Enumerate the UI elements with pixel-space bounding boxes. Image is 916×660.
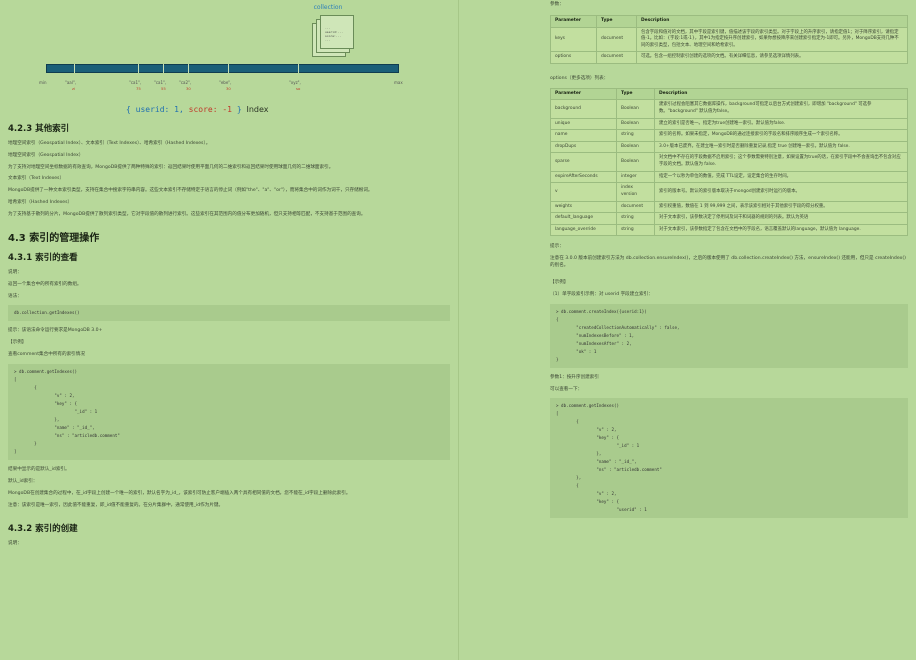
index-definition: { userid: 1, score: -1 } Index: [126, 105, 269, 114]
paragraph: 说明：: [8, 541, 22, 547]
paragraph: 提示：该语法命令运行要求是MongoDB 3.0+: [8, 328, 103, 334]
bar-tick: [163, 64, 164, 73]
table-row: language_override string 对于文本索引，该参数指定了包含在文…: [550, 223, 908, 237]
paragraph: 【示例】: [550, 280, 569, 286]
right-page: 参数： Parameter Type Description keys docu…: [458, 0, 916, 660]
section-title: 4.3.2 索引的创建: [8, 524, 78, 535]
code-block: db.collection.getIndexes(): [8, 305, 450, 322]
code-block: > db.comment.getIndexes()[ { "v" : 2, "k…: [8, 364, 450, 460]
table-row: unique Boolean 建立的索引是否唯一。指定为true创建唯一索引。默认值…: [550, 117, 908, 131]
key-value: 75: [136, 86, 141, 91]
code-block: > db.comment.createIndex({userid:1}){ "c…: [550, 303, 908, 368]
bar-tick: [138, 64, 139, 73]
bar-tick: [298, 64, 299, 73]
table-row: keys document 包含字段和值对的文档，其中字段是索引键，值描述该字段…: [550, 26, 908, 53]
document-text: ... userid:... score:... ...: [325, 26, 344, 43]
paragraph: 返回一个集合中的所有索引的数组。: [8, 281, 82, 287]
left-page: collection ... userid:... score:... ... …: [0, 0, 458, 660]
index-bar: [46, 64, 399, 73]
table-row: name string 索引的名称。如果未指定，MongoDB的通过连接索引的字段名…: [550, 129, 908, 142]
key-value: 30: [186, 86, 191, 91]
key-value: so: [296, 86, 301, 91]
bar-tick: [74, 64, 75, 73]
code-block: > db.comment.getIndexes()[ { "v" : 2, "k…: [550, 398, 908, 519]
paragraph: 结果中显示的是默认_id索引。: [8, 466, 70, 472]
paragraph: 地理空间索引（Geospatial Index）: [8, 152, 84, 158]
documents-stack: ... userid:... score:... ...: [312, 11, 362, 57]
paragraph: 说明：: [8, 269, 22, 275]
document-card: ... userid:... score:... ...: [320, 15, 354, 49]
table-header: Parameter: [550, 14, 597, 28]
paragraph: （1）单字段索引示例：对 userid 字段建立索引：: [550, 291, 653, 297]
section-title: 4.3 索引的管理操作: [8, 232, 100, 244]
paragraph: 查看comment集合中所有的索引情况: [8, 352, 85, 358]
index-diagram: collection ... userid:... score:... ... …: [8, 0, 450, 118]
paragraph: MongoDB提供了一种文本索引类型，支持在集合中搜索字符串内容。这些文本索引不…: [8, 188, 373, 194]
table-row: dropDups Boolean 3.0+版本已废弃。在建立唯一索引时是否删除重复记…: [550, 140, 908, 154]
table-header: Description: [636, 14, 908, 28]
paragraph: 可以查看一下：: [550, 386, 583, 392]
paragraph: 为了支持对地理空间坐标数据的有效查询，MongoDB提供了两种特殊的索引：返回结…: [8, 164, 334, 170]
table-row: weights document 索引权重值，数值在 1 到 99,999 之间，表…: [550, 200, 908, 214]
paragraph: 【示例】: [8, 340, 27, 346]
section-title: 4.2.3 其他索引: [8, 124, 70, 134]
paragraph: 注意：该索引是唯一索引，因此值不能重复，即_id值不能重复的。在分片集群中，通常…: [8, 502, 224, 508]
table-row: v index version 索引的版本号。默认的索引版本取决于mongod创建索…: [550, 182, 908, 202]
paragraph: MongoDB在创建集合的过程中，在_id字段上创建一个唯一的索引，默认名字为_…: [8, 490, 351, 496]
paragraph: 参数1：按升序创建索引: [550, 374, 599, 380]
paragraph: 语法：: [8, 293, 22, 299]
bar-tick: [228, 64, 229, 73]
section-title: 4.3.1 索引的查看: [8, 252, 78, 263]
paragraph: 哈希索引（Hashed Indexes）: [8, 200, 73, 206]
table-row: sparse Boolean 对文档中不存在的字段数据不启用索引；这个参数需要特别注…: [550, 152, 908, 172]
key-value: zi: [72, 86, 76, 91]
paragraph: 地理空间索引（Geospatial Index）、文本索引（Text Index…: [8, 140, 211, 146]
table-row: expireAfterSeconds integer 指定一个以秒为单位的数值，完成…: [550, 170, 908, 184]
paragraph: 参数：: [550, 2, 564, 7]
table-row: default_language string 对于文本索引，该参数决定了停用词及词…: [550, 212, 908, 225]
paragraph: 文本索引（Text Indexes）: [8, 176, 65, 182]
table-row: background Boolean 建索引过程会阻塞其它数据库操作，backgro…: [550, 99, 908, 119]
paragraph: options（更多选项）列表：: [550, 75, 609, 81]
options-table: Parameter Type Description background Boo…: [550, 87, 908, 237]
table-header: Parameter: [550, 87, 617, 101]
bar-tick: [188, 64, 189, 73]
table-header: Type: [596, 14, 637, 28]
key-value: 30: [226, 86, 231, 91]
table-row: options document 可选。包含一组控制索引创建的选项的文档。有关详…: [550, 51, 908, 64]
table-header: Type: [616, 87, 655, 101]
paragraph: 默认_id索引：: [8, 478, 38, 484]
paragraph: 提示：: [550, 244, 564, 250]
key-label: min: [39, 80, 47, 85]
paragraph: 为了支持基于散列的分片，MongoDB提供了散列索引类型，它对字段值的散列进行索…: [8, 212, 366, 218]
table-header: Description: [654, 87, 908, 101]
params-table: Parameter Type Description keys document…: [550, 14, 908, 64]
key-label: max: [394, 80, 403, 85]
paragraph: 注意在 3.0.0 版本前创建索引方法为 db.collection.ensur…: [550, 256, 906, 269]
key-value: 55: [161, 86, 166, 91]
